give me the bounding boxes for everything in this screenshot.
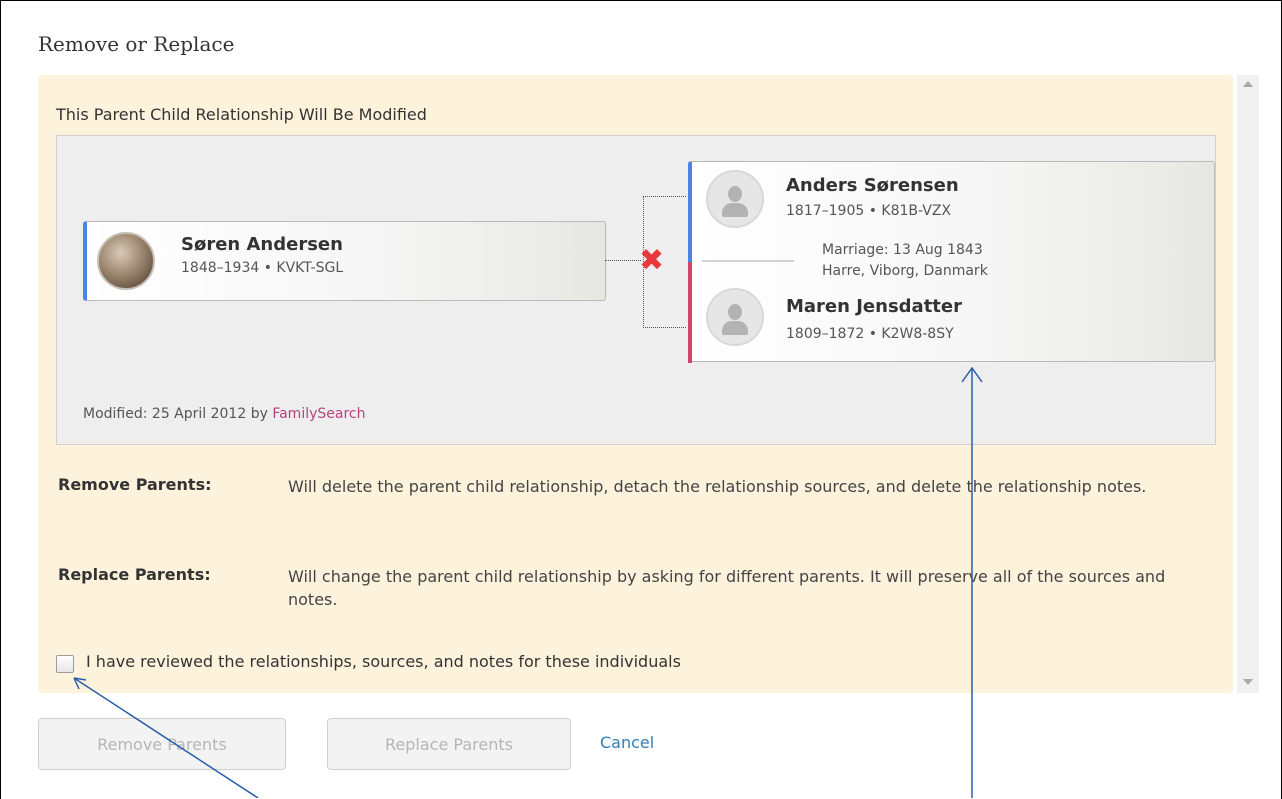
remove-parents-button[interactable]: Remove Parents [38,718,286,770]
person-silhouette-icon [706,288,764,346]
scroll-up-arrow-icon[interactable] [1243,81,1253,87]
couple-divider [702,260,794,262]
parents-card[interactable]: Anders Sørensen 1817–1905 • K81B-VZX Mar… [688,161,1215,363]
replace-parents-button[interactable]: Replace Parents [327,718,571,770]
marriage-date: Marriage: 13 Aug 1843 [822,242,983,258]
replace-parents-label: Replace Parents: [58,565,211,584]
child-connector-line [605,260,641,261]
father-name: Anders Sørensen [786,175,959,196]
child-photo-avatar [97,232,155,290]
mother-meta: 1809–1872 • K2W8-8SY [786,326,954,342]
review-checkbox[interactable] [56,655,74,673]
father-meta: 1817–1905 • K81B-VZX [786,203,952,219]
familysearch-link[interactable]: FamilySearch [272,406,365,422]
remove-parents-description: Will delete the parent child relationshi… [288,477,1147,496]
female-color-bar [688,262,692,363]
review-checkbox-label[interactable]: I have reviewed the relationships, sourc… [86,652,681,671]
remove-parents-label: Remove Parents: [58,475,212,494]
relationship-panel: This Parent Child Relationship Will Be M… [38,75,1233,693]
relationship-diagram: Søren Andersen 1848–1934 • KVKT-SGL ✖ An… [56,135,1216,445]
child-meta: 1848–1934 • KVKT-SGL [181,260,344,276]
scroll-down-arrow-icon[interactable] [1243,679,1253,685]
marriage-info: Marriage: 13 Aug 1843 Harre, Viborg, Dan… [822,240,988,282]
mother-name: Maren Jensdatter [786,296,962,317]
replace-parents-description: Will change the parent child relationshi… [288,567,1166,609]
person-silhouette-icon [706,170,764,228]
marriage-place: Harre, Viborg, Danmark [822,263,988,279]
dialog-title: Remove or Replace [38,32,235,56]
x-mark-icon: ✖ [639,243,665,278]
modified-info: Modified: 25 April 2012 by FamilySearch [83,406,365,422]
vertical-scrollbar[interactable] [1237,75,1259,693]
cancel-link[interactable]: Cancel [600,733,654,752]
modified-text: Modified: 25 April 2012 by [83,406,273,422]
child-card[interactable]: Søren Andersen 1848–1934 • KVKT-SGL [83,221,606,301]
child-name: Søren Andersen [181,234,343,255]
panel-title: This Parent Child Relationship Will Be M… [56,105,427,124]
